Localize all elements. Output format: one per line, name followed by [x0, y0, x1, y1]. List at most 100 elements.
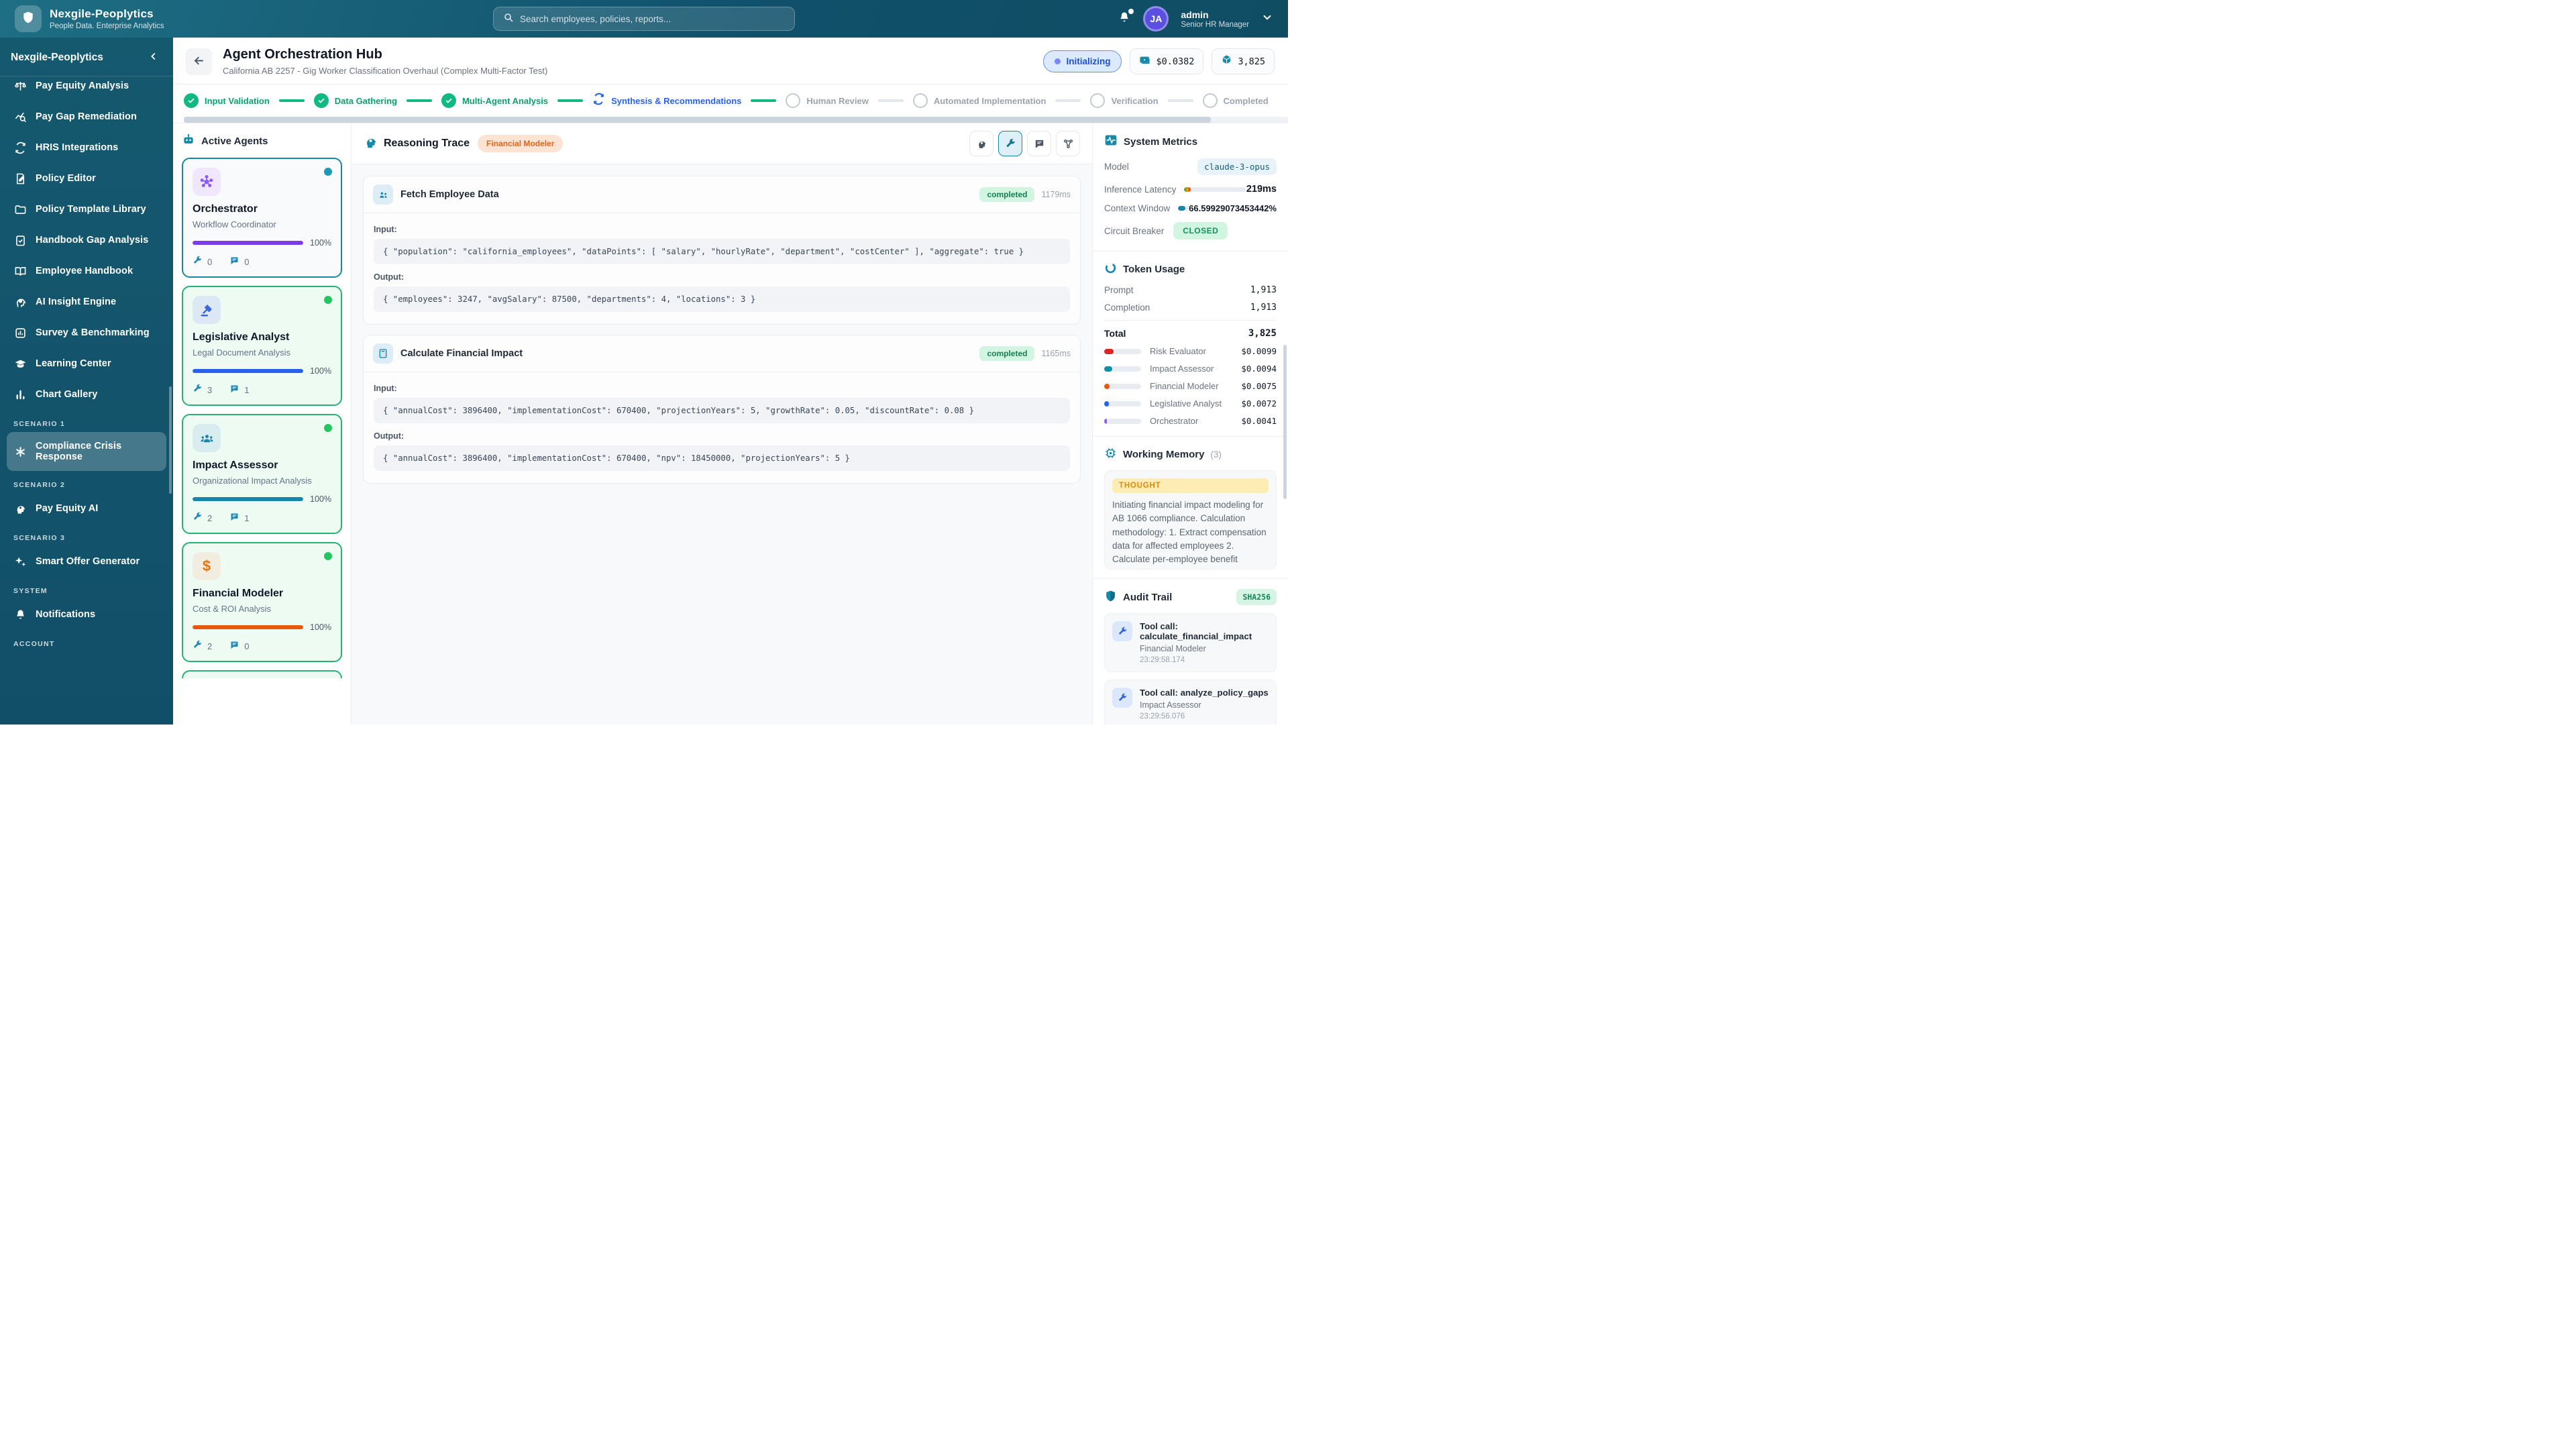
sidebar-item-notifications[interactable]: Notifications: [7, 599, 166, 630]
chevron-down-icon[interactable]: [1261, 11, 1273, 27]
tool-output-json: { "annualCost": 3896400, "implementation…: [374, 445, 1070, 471]
tool-call-card-calculate-financial-impact[interactable]: Calculate Financial Impact completed 116…: [363, 335, 1081, 484]
tools-view-button[interactable]: [998, 131, 1022, 156]
agent-card-financial-modeler[interactable]: $ Financial Modeler Cost & ROI Analysis …: [182, 542, 342, 662]
agent-progress-bar: [193, 241, 304, 245]
brand-logo: [15, 5, 42, 32]
system-metrics-panel: System Metrics Model claude-3-opus Infer…: [1093, 123, 1288, 252]
pending-circle-icon: [912, 93, 928, 108]
user-block[interactable]: admin Senior HR Manager: [1181, 9, 1249, 29]
sidebar-item-smart-offer-generator[interactable]: Smart Offer Generator: [7, 546, 166, 577]
messages-view-button[interactable]: [1027, 131, 1051, 156]
sidebar-item-survey-benchmarking[interactable]: Survey & Benchmarking: [7, 317, 166, 348]
graduation-cap-icon: [13, 357, 27, 370]
search-icon: [503, 12, 514, 26]
horizontal-scrollbar-thumb[interactable]: [184, 117, 1211, 123]
sync-icon: [13, 141, 27, 154]
agent-status-dot: [324, 168, 332, 176]
tool-call-card-fetch-employee-data[interactable]: Fetch Employee Data completed 1179ms Inp…: [363, 176, 1081, 325]
sidebar-item-policy-editor[interactable]: Policy Editor: [7, 163, 166, 194]
pipeline-step-automated-implementation[interactable]: Automated Implementation: [912, 93, 1046, 108]
back-button[interactable]: [185, 48, 212, 75]
token-cost-row: Financial Modeler $0.0075: [1104, 381, 1277, 391]
sidebar-item-employee-handbook[interactable]: Employee Handbook: [7, 256, 166, 286]
agent-card-orchestrator[interactable]: Orchestrator Workflow Coordinator 100% 0…: [182, 158, 342, 278]
working-memory-item[interactable]: THOUGHT Initiating financial impact mode…: [1104, 470, 1277, 570]
pipeline-step-multi-agent-analysis[interactable]: Multi-Agent Analysis: [441, 93, 548, 108]
brand-tagline: People Data. Enterprise Analytics: [50, 22, 164, 30]
notifications-button[interactable]: [1118, 8, 1134, 28]
sidebar-item-compliance-crisis-response[interactable]: Compliance Crisis Response: [7, 432, 166, 471]
tool-output-json: { "employees": 3247, "avgSalary": 87500,…: [374, 286, 1070, 312]
wrench-icon: [193, 256, 203, 268]
book-icon: [13, 264, 27, 278]
global-search[interactable]: [493, 7, 795, 31]
bar-chart-icon: [13, 388, 27, 401]
chip-icon: [1104, 447, 1117, 462]
tool-status-badge: completed: [979, 187, 1035, 202]
pipeline-step-synthesis-recommendations[interactable]: Synthesis & Recommendations: [592, 93, 741, 109]
hub-icon: [193, 168, 221, 196]
active-agents-title: Active Agents: [201, 135, 268, 147]
sidebar-item-pay-equity-ai[interactable]: Pay Equity AI: [7, 493, 166, 524]
bell-icon: [13, 608, 27, 621]
folder-icon: [13, 203, 27, 216]
search-input[interactable]: [520, 13, 785, 24]
tool-duration: 1179ms: [1041, 190, 1071, 199]
tool-status-badge: completed: [979, 346, 1035, 361]
pipeline-step-data-gathering[interactable]: Data Gathering: [313, 93, 397, 108]
sidebar-item-learning-center[interactable]: Learning Center: [7, 348, 166, 379]
working-memory-panel: Working Memory (3) THOUGHT Initiating fi…: [1093, 437, 1288, 579]
sidebar-title: Nexgile-Peoplytics: [11, 52, 103, 63]
head-question-icon: [13, 502, 27, 515]
topbar: Nexgile-Peoplytics People Data. Enterpri…: [0, 0, 1288, 38]
workflow-view-button[interactable]: [1056, 131, 1080, 156]
sidebar-item-pay-gap-remediation[interactable]: Pay Gap Remediation: [7, 101, 166, 132]
sidebar-scrollbar[interactable]: [169, 386, 172, 494]
pipeline-step-verification[interactable]: Verification: [1090, 93, 1159, 108]
pipeline-step-input-validation[interactable]: Input Validation: [184, 93, 270, 108]
agent-card-partial[interactable]: [182, 670, 342, 678]
sidebar-item-handbook-gap-analysis[interactable]: Handbook Gap Analysis: [7, 225, 166, 256]
agent-status-dot: [324, 552, 332, 560]
agent-card-impact-assessor[interactable]: Impact Assessor Organizational Impact An…: [182, 414, 342, 534]
audit-entry[interactable]: Tool call: calculate_financial_impact Fi…: [1104, 613, 1277, 672]
pending-circle-icon: [1090, 93, 1106, 108]
brand-name: Nexgile-Peoplytics: [50, 7, 154, 20]
cost-chip[interactable]: $0.0382: [1130, 48, 1204, 74]
sidebar-collapse-button[interactable]: [145, 49, 162, 66]
check-circle-icon: [441, 93, 456, 108]
pipeline-connector: [1055, 99, 1081, 102]
sidebar-item-chart-gallery[interactable]: Chart Gallery: [7, 379, 166, 410]
people-group-icon: [193, 424, 221, 452]
page-subtitle: California AB 2257 - Gig Worker Classifi…: [223, 66, 548, 76]
token-cost-row: Risk Evaluator $0.0099: [1104, 346, 1277, 356]
sidebar-item-ai-insight-engine[interactable]: AI Insight Engine: [7, 286, 166, 317]
brand-block: Nexgile-Peoplytics People Data. Enterpri…: [50, 7, 164, 30]
trace-title: Reasoning Trace: [384, 138, 470, 149]
pipeline-step-human-review[interactable]: Human Review: [786, 93, 869, 108]
pipeline-connector: [751, 99, 777, 102]
tool-duration: 1165ms: [1041, 349, 1071, 358]
status-dot: [1055, 58, 1061, 64]
tokens-chip[interactable]: 3,825: [1212, 48, 1275, 74]
latency-bar: [1184, 186, 1246, 192]
right-panel: System Metrics Model claude-3-opus Infer…: [1092, 123, 1288, 724]
pipeline-step-completed[interactable]: Completed: [1202, 93, 1269, 108]
horizontal-scrollbar[interactable]: [184, 117, 1288, 123]
audit-entry[interactable]: Tool call: analyze_policy_gaps Impact As…: [1104, 680, 1277, 724]
sidebar-item-pay-equity-analysis[interactable]: Pay Equity Analysis: [7, 70, 166, 101]
trend-search-icon: [13, 110, 27, 123]
trace-body: Fetch Employee Data completed 1179ms Inp…: [352, 164, 1092, 724]
sidebar-item-policy-template-library[interactable]: Policy Template Library: [7, 194, 166, 225]
audit-trail-panel: Audit Trail SHA256 Tool call: calculate_…: [1093, 579, 1288, 724]
chat-icon: [229, 256, 239, 268]
tool-input-json: { "annualCost": 3896400, "implementation…: [374, 398, 1070, 423]
user-role: Senior HR Manager: [1181, 20, 1249, 29]
avatar[interactable]: JA: [1143, 6, 1169, 32]
thoughts-view-button[interactable]: [969, 131, 994, 156]
sidebar-item-hris-integrations[interactable]: HRIS Integrations: [7, 132, 166, 163]
agent-card-legislative-analyst[interactable]: Legislative Analyst Legal Document Analy…: [182, 286, 342, 406]
notification-dot: [1128, 8, 1134, 14]
vertical-scrollbar-thumb[interactable]: [1283, 345, 1287, 499]
